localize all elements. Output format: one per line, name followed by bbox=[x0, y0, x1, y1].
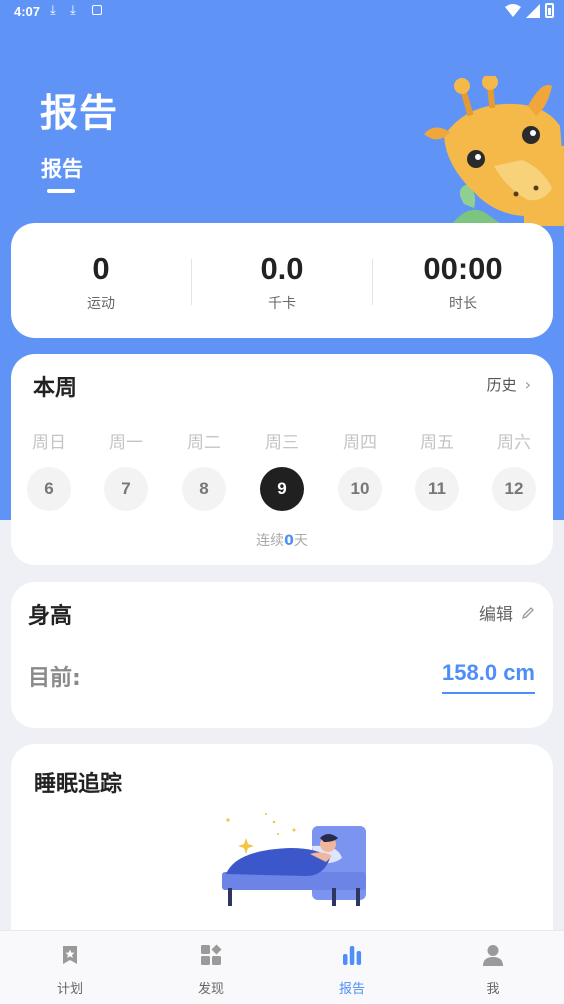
status-bar: 4:07 ⤓ ⤓ bbox=[0, 0, 564, 26]
day-sunday[interactable]: 周日 6 bbox=[19, 428, 79, 511]
stat-value: 00:00 bbox=[423, 251, 503, 286]
streak-text: 连续0天 bbox=[11, 530, 553, 550]
height-title: 身高 bbox=[28, 604, 73, 629]
pencil-icon bbox=[521, 606, 534, 619]
stat-calories: 0.0 千卡 bbox=[192, 251, 372, 313]
edit-label: 编辑 bbox=[479, 605, 513, 625]
download-icon: ⤓ bbox=[50, 3, 56, 18]
day-monday[interactable]: 周一 7 bbox=[96, 428, 156, 511]
tab-label: 报告 bbox=[338, 982, 365, 997]
tab-me[interactable]: 我 bbox=[453, 943, 533, 997]
page-title: 报告 bbox=[40, 91, 119, 135]
tab-discover[interactable]: 发现 bbox=[171, 943, 251, 997]
plan-star-icon bbox=[63, 946, 77, 964]
history-button[interactable]: 历史 › bbox=[487, 374, 531, 395]
day-date: 6 bbox=[27, 467, 71, 511]
edit-height-button[interactable]: 编辑 bbox=[479, 600, 535, 625]
history-label: 历史 bbox=[486, 376, 517, 394]
stat-value: 0 bbox=[92, 251, 110, 286]
day-label: 周日 bbox=[32, 433, 66, 453]
tab-label: 计划 bbox=[56, 982, 83, 997]
height-value[interactable]: 158.0 cm bbox=[442, 660, 535, 694]
stat-label: 运动 bbox=[87, 296, 115, 312]
height-card: 身高 编辑 目前: 158.0 cm bbox=[11, 582, 553, 728]
tab-indicator bbox=[47, 189, 75, 193]
day-label: 周六 bbox=[497, 433, 531, 453]
tab-label: 我 bbox=[486, 982, 500, 997]
battery-icon bbox=[545, 3, 554, 18]
day-label: 周一 bbox=[109, 433, 143, 453]
chevron-right-icon: › bbox=[524, 375, 531, 394]
day-label: 周四 bbox=[343, 433, 377, 453]
profile-person-icon bbox=[483, 945, 503, 966]
day-date: 7 bbox=[104, 467, 148, 511]
signal-icon bbox=[526, 3, 540, 18]
sleeping-person-illustration bbox=[222, 813, 366, 906]
day-thursday[interactable]: 周四 10 bbox=[330, 428, 390, 511]
tab-report-nav[interactable]: 报告 bbox=[312, 943, 392, 997]
streak-prefix: 连续 bbox=[256, 533, 285, 549]
day-date: 10 bbox=[338, 467, 382, 511]
week-title: 本周 bbox=[33, 376, 78, 401]
day-saturday[interactable]: 周六 12 bbox=[484, 428, 544, 511]
tab-label: 发现 bbox=[197, 982, 224, 997]
status-icons bbox=[505, 3, 554, 18]
tab-plan[interactable]: 计划 bbox=[30, 943, 110, 997]
day-friday[interactable]: 周五 11 bbox=[407, 428, 467, 511]
stat-label: 千卡 bbox=[268, 296, 296, 312]
day-wednesday[interactable]: 周三 9 bbox=[252, 428, 312, 511]
day-label: 周五 bbox=[420, 433, 454, 453]
discover-grid-icon bbox=[201, 944, 222, 965]
giraffe-mascot-illustration bbox=[424, 76, 564, 226]
sleep-title: 睡眠追踪 bbox=[34, 772, 123, 797]
current-height-label: 目前: bbox=[28, 666, 81, 691]
download-icon: ⤓ bbox=[70, 3, 76, 18]
stat-duration: 00:00 时长 bbox=[373, 251, 553, 313]
day-date: 8 bbox=[182, 467, 226, 511]
day-label: 周二 bbox=[187, 433, 221, 453]
day-label: 周三 bbox=[265, 433, 299, 453]
day-tuesday[interactable]: 周二 8 bbox=[174, 428, 234, 511]
day-date: 9 bbox=[260, 467, 304, 511]
status-time: 4:07 bbox=[14, 4, 41, 19]
report-bar-chart-icon bbox=[343, 946, 362, 965]
stats-card: 0 运动 0.0 千卡 00:00 时长 bbox=[11, 223, 553, 338]
streak-suffix: 天 bbox=[293, 533, 308, 549]
bottom-tab-bar: 计划 发现 报告 我 bbox=[0, 930, 564, 1004]
this-week-card: 本周 历史 › 周日 6 周一 7 周二 8 周三 9 周四 10 周五 11 bbox=[11, 354, 553, 565]
stat-value: 0.0 bbox=[260, 251, 304, 286]
streak-count: 0 bbox=[284, 533, 294, 549]
day-date: 11 bbox=[415, 467, 459, 511]
tab-report[interactable]: 报告 bbox=[41, 153, 83, 183]
stat-label: 时长 bbox=[449, 296, 477, 312]
day-date: 12 bbox=[492, 467, 536, 511]
wifi-icon bbox=[505, 4, 521, 17]
notification-app-icon bbox=[92, 3, 102, 18]
stat-exercise: 0 运动 bbox=[11, 251, 191, 313]
